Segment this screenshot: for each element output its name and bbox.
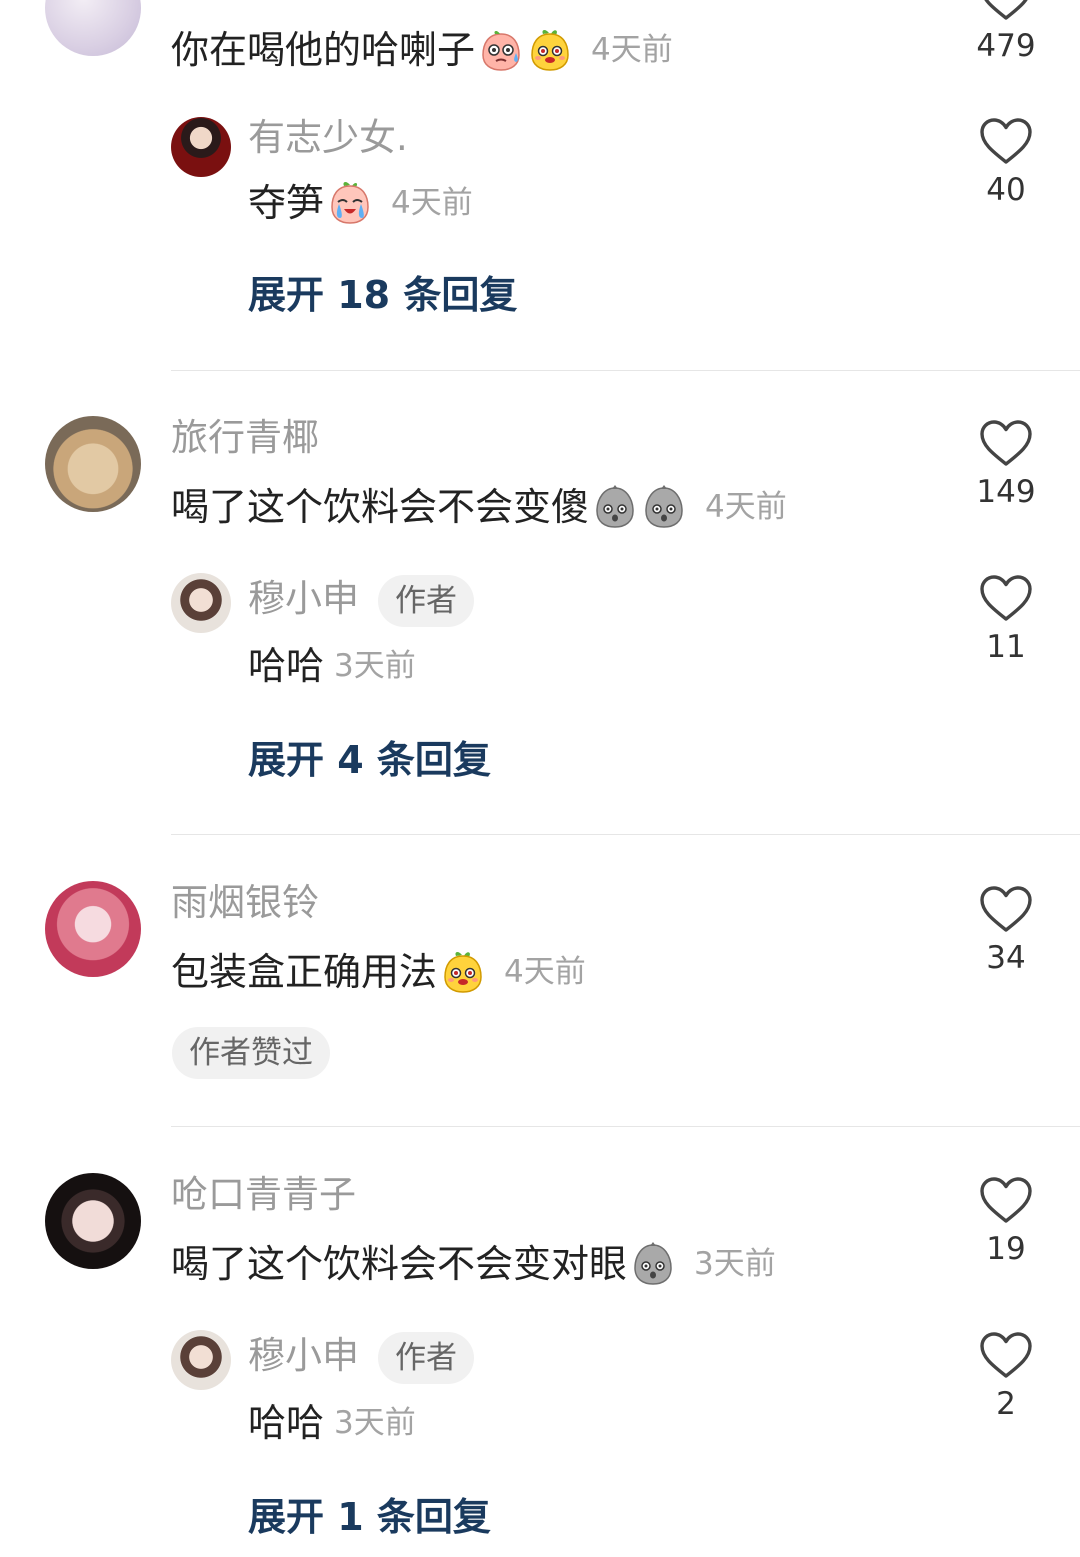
yellow-face-emoji-icon: [527, 27, 573, 73]
heart-icon: [978, 0, 1034, 22]
commenter-avatar[interactable]: [45, 416, 141, 512]
reply-body: 哈哈: [248, 1401, 325, 1445]
divider: [171, 1126, 1080, 1127]
comment-body: 喝了这个饮料会不会变傻: [171, 485, 590, 529]
heart-icon: [978, 573, 1034, 623]
like-count: 34: [986, 940, 1026, 976]
commenter-username[interactable]: 雨烟银铃: [171, 881, 319, 925]
commenter-avatar[interactable]: [45, 1173, 141, 1269]
commenter-username[interactable]: 呛口青青子: [171, 1173, 356, 1217]
expand-replies-button[interactable]: 展开 4 条回复: [248, 737, 491, 783]
sweat-face-emoji-icon: [478, 27, 524, 73]
like-button[interactable]: 479: [956, 0, 1056, 66]
expand-replies-button[interactable]: 展开 18 条回复: [248, 272, 517, 318]
gray-face-emoji-icon: [630, 1241, 676, 1287]
reply-text: 夺笋 4天前: [248, 180, 473, 226]
commenter-avatar[interactable]: [45, 881, 141, 977]
comment-text: 喝了这个饮料会不会变傻 4天前: [171, 484, 787, 530]
like-count: 19: [986, 1231, 1026, 1267]
reply-text: 哈哈 3天前: [248, 643, 416, 689]
like-button[interactable]: 11: [956, 573, 1056, 667]
heart-icon: [978, 116, 1034, 166]
comment-time: 3天前: [694, 1246, 776, 1282]
reply-body: 哈哈: [248, 644, 325, 688]
reply-username[interactable]: 有志少女.: [248, 116, 408, 160]
divider: [171, 834, 1080, 835]
heart-icon: [978, 1330, 1034, 1380]
reply-avatar[interactable]: [171, 573, 231, 633]
yellow-face-emoji-icon: [440, 949, 486, 995]
comment-time: 4天前: [591, 32, 673, 68]
gray-face-emoji-icon: [641, 484, 687, 530]
reply-username[interactable]: 穆小申: [248, 577, 359, 621]
comment-text: 你在喝他的哈喇子 4天前: [171, 27, 673, 73]
comment-text: 喝了这个饮料会不会变对眼 3天前: [171, 1241, 776, 1287]
author-liked-badge: 作者赞过: [172, 1027, 330, 1079]
like-count: 40: [986, 172, 1026, 208]
like-button[interactable]: 149: [956, 418, 1056, 512]
like-button[interactable]: 2: [956, 1330, 1056, 1424]
comment-time: 4天前: [705, 489, 787, 525]
reply-time: 4天前: [391, 185, 473, 221]
gray-face-emoji-icon: [592, 484, 638, 530]
heart-icon: [978, 884, 1034, 934]
commenter-username[interactable]: 旅行青椰: [171, 416, 319, 460]
comment-text: 包装盒正确用法 4天前: [171, 949, 586, 995]
reply-body: 夺笋: [248, 181, 325, 225]
comment-time: 4天前: [504, 954, 586, 990]
reply-time: 3天前: [334, 648, 416, 684]
like-count: 2: [996, 1386, 1016, 1422]
like-button[interactable]: 40: [956, 116, 1056, 210]
heart-icon: [978, 418, 1034, 468]
cry-face-emoji-icon: [327, 180, 373, 226]
comment-body: 包装盒正确用法: [171, 950, 438, 994]
commenter-avatar[interactable]: [45, 0, 141, 56]
reply-username[interactable]: 穆小申: [248, 1334, 359, 1378]
like-count: 11: [986, 629, 1026, 665]
author-badge: 作者: [378, 1332, 474, 1384]
like-button[interactable]: 34: [956, 884, 1056, 978]
like-count: 479: [976, 28, 1036, 64]
comment-body: 喝了这个饮料会不会变对眼: [171, 1242, 628, 1286]
heart-icon: [978, 1175, 1034, 1225]
like-button[interactable]: 19: [956, 1175, 1056, 1269]
divider: [171, 370, 1080, 371]
expand-replies-button[interactable]: 展开 1 条回复: [248, 1494, 491, 1540]
reply-text: 哈哈 3天前: [248, 1400, 416, 1446]
like-count: 149: [976, 474, 1036, 510]
author-badge: 作者: [378, 575, 474, 627]
reply-avatar[interactable]: [171, 117, 231, 177]
reply-time: 3天前: [334, 1405, 416, 1441]
reply-avatar[interactable]: [171, 1330, 231, 1390]
comment-body: 你在喝他的哈喇子: [171, 28, 476, 72]
